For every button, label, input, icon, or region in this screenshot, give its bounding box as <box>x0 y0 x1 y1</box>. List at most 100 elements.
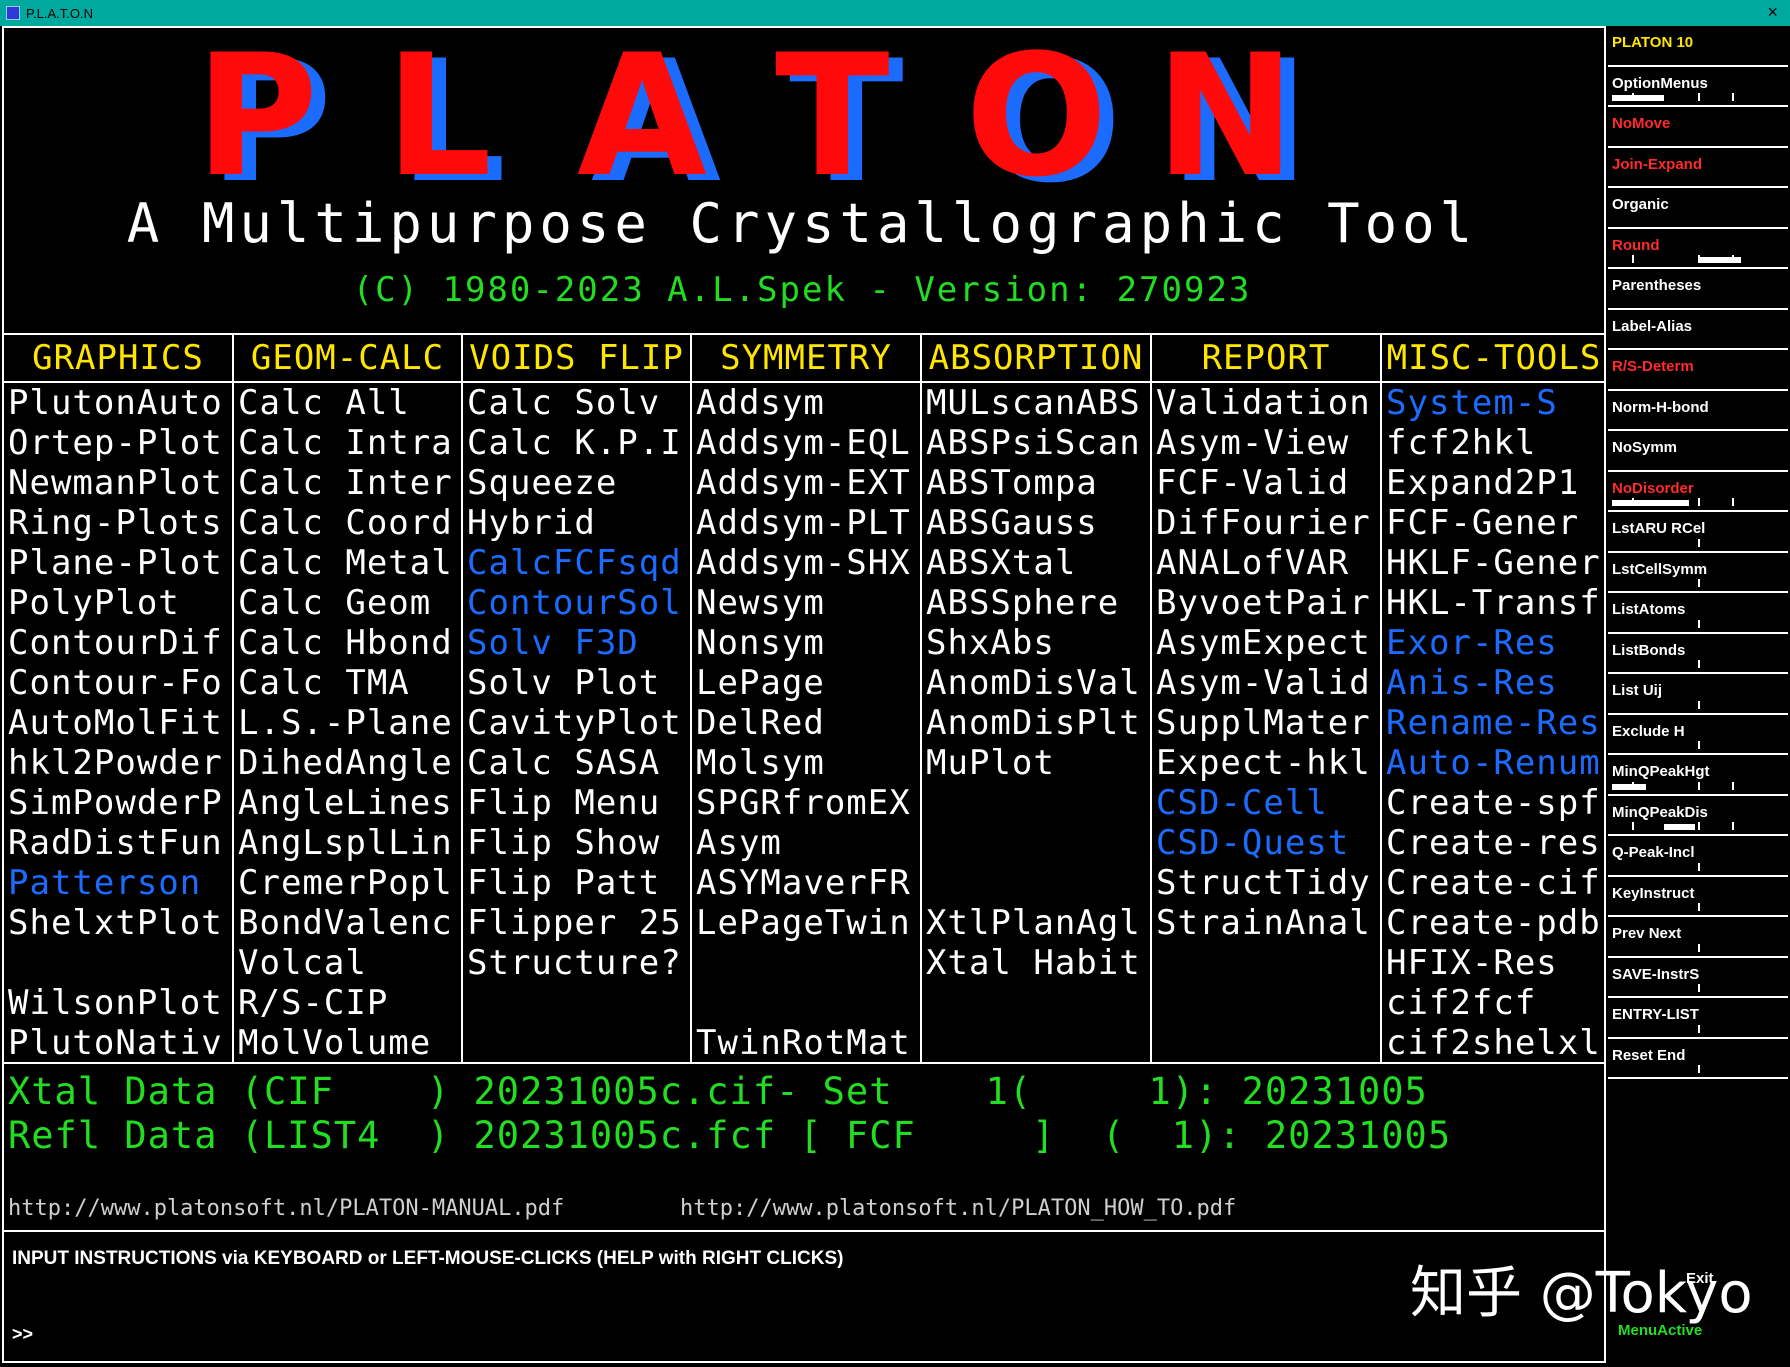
menu-item[interactable]: Xtal Habit <box>922 943 1150 983</box>
menu-item[interactable]: ABSGauss <box>922 503 1150 543</box>
menu-item[interactable]: AutoMolFit <box>4 703 232 743</box>
menu-item[interactable]: ShxAbs <box>922 623 1150 663</box>
menu-item[interactable]: System-S <box>1382 383 1606 423</box>
menu-header[interactable]: GEOM-CALC <box>234 335 461 383</box>
menu-item[interactable]: Expect-hkl <box>1152 743 1380 783</box>
menu-item[interactable]: ContourSol <box>463 583 690 623</box>
menu-item[interactable]: Squeeze <box>463 463 690 503</box>
panel-button[interactable]: Norm-H-bond <box>1608 391 1788 431</box>
menu-item[interactable]: Flip Patt <box>463 863 690 903</box>
close-icon[interactable]: × <box>1767 2 1778 23</box>
menu-item[interactable]: MuPlot <box>922 743 1150 783</box>
menu-item[interactable]: Create-pdb <box>1382 903 1606 943</box>
panel-button[interactable]: LstCellSymm <box>1608 553 1788 593</box>
menu-item[interactable]: Rename-Res <box>1382 703 1606 743</box>
menu-header[interactable]: VOIDS FLIP <box>463 335 690 383</box>
menu-item[interactable]: Calc SASA <box>463 743 690 783</box>
menu-item[interactable]: Auto-Renum <box>1382 743 1606 783</box>
menu-item[interactable]: Flipper 25 <box>463 903 690 943</box>
menu-item[interactable]: Asym-Valid <box>1152 663 1380 703</box>
menu-item[interactable]: ByvoetPair <box>1152 583 1380 623</box>
panel-button[interactable]: Join-Expand <box>1608 148 1788 188</box>
menu-item[interactable]: ASYMaverFR <box>692 863 920 903</box>
menu-item[interactable]: Calc Intra <box>234 423 461 463</box>
menu-item[interactable]: Calc All <box>234 383 461 423</box>
menu-item[interactable]: MULscanABS <box>922 383 1150 423</box>
panel-button[interactable]: ListBonds <box>1608 634 1788 674</box>
panel-button[interactable]: Reset End <box>1608 1039 1788 1079</box>
menu-item[interactable]: LePage <box>692 663 920 703</box>
panel-button[interactable]: NoSymm <box>1608 431 1788 472</box>
menu-item[interactable]: Solv Plot <box>463 663 690 703</box>
menu-item[interactable]: ShelxtPlot <box>4 903 232 943</box>
panel-button[interactable]: LstARU RCel <box>1608 512 1788 553</box>
menu-header[interactable]: GRAPHICS <box>4 335 232 383</box>
menu-item[interactable]: FCF-Valid <box>1152 463 1380 503</box>
menu-item[interactable]: Patterson <box>4 863 232 903</box>
menu-item[interactable]: ABSXtal <box>922 543 1150 583</box>
menu-item[interactable]: AsymExpect <box>1152 623 1380 663</box>
menu-item[interactable]: CalcFCFsqd <box>463 543 690 583</box>
menu-item[interactable]: hkl2Powder <box>4 743 232 783</box>
panel-button[interactable]: R/S-Determ <box>1608 350 1788 391</box>
menu-item[interactable]: Solv F3D <box>463 623 690 663</box>
menu-item[interactable]: AnomDisPlt <box>922 703 1150 743</box>
menu-item[interactable]: CSD-Quest <box>1152 823 1380 863</box>
manual-link[interactable]: http://www.platonsoft.nl/PLATON-MANUAL.p… <box>8 1196 564 1221</box>
menu-item[interactable]: Addsym-PLT <box>692 503 920 543</box>
menu-item[interactable]: PlutoNativ <box>4 1023 232 1062</box>
menu-item[interactable]: FCF-Gener <box>1382 503 1606 543</box>
panel-button[interactable]: MinQPeakHgt <box>1608 755 1788 796</box>
menu-item[interactable]: MolVolume <box>234 1023 461 1062</box>
menu-item[interactable]: NewmanPlot <box>4 463 232 503</box>
menu-item[interactable]: Flip Show <box>463 823 690 863</box>
panel-button[interactable]: Q-Peak-Incl <box>1608 836 1788 877</box>
menu-item[interactable]: cif2shelxl <box>1382 1023 1606 1062</box>
panel-button[interactable]: KeyInstruct <box>1608 877 1788 917</box>
menu-item[interactable]: Calc Metal <box>234 543 461 583</box>
panel-slider[interactable] <box>1612 93 1784 101</box>
menu-item[interactable]: Create-cif <box>1382 863 1606 903</box>
menu-item[interactable]: AngleLines <box>234 783 461 823</box>
panel-button[interactable]: OptionMenus <box>1608 67 1788 107</box>
menu-header[interactable]: REPORT <box>1152 335 1380 383</box>
menu-item[interactable]: CremerPopl <box>234 863 461 903</box>
menu-item[interactable]: Plane-Plot <box>4 543 232 583</box>
menu-item[interactable]: ANALofVAR <box>1152 543 1380 583</box>
menu-item[interactable]: Calc TMA <box>234 663 461 703</box>
panel-button[interactable]: List Uij <box>1608 674 1788 715</box>
menu-item[interactable]: BondValenc <box>234 903 461 943</box>
menu-item[interactable]: LePageTwin <box>692 903 920 943</box>
menu-item[interactable]: ABSTompa <box>922 463 1150 503</box>
menu-item[interactable]: XtlPlanAgl <box>922 903 1150 943</box>
menu-item[interactable]: Exor-Res <box>1382 623 1606 663</box>
menu-item[interactable]: HKL-Transf <box>1382 583 1606 623</box>
menu-item[interactable]: L.S.-Plane <box>234 703 461 743</box>
menu-item[interactable]: Asym <box>692 823 920 863</box>
menu-item[interactable]: Hybrid <box>463 503 690 543</box>
menu-item[interactable]: CavityPlot <box>463 703 690 743</box>
menu-item[interactable]: ABSPsiScan <box>922 423 1150 463</box>
panel-slider[interactable] <box>1612 822 1784 830</box>
menu-item[interactable]: Calc Coord <box>234 503 461 543</box>
panel-button[interactable]: Prev Next <box>1608 917 1788 958</box>
menu-item[interactable]: PlutonAuto <box>4 383 232 423</box>
menu-item[interactable]: Anis-Res <box>1382 663 1606 703</box>
panel-button[interactable]: Label-Alias <box>1608 310 1788 350</box>
panel-button[interactable]: Exclude H <box>1608 715 1788 755</box>
panel-button[interactable]: SAVE-InstrS <box>1608 958 1788 998</box>
panel-slider[interactable] <box>1612 498 1784 506</box>
menu-item[interactable]: AnomDisVal <box>922 663 1150 703</box>
menu-item[interactable]: PolyPlot <box>4 583 232 623</box>
exit-button[interactable]: Exit <box>1686 1270 1714 1287</box>
menu-item[interactable]: Asym-View <box>1152 423 1380 463</box>
menu-item[interactable]: StrainAnal <box>1152 903 1380 943</box>
panel-button[interactable]: NoMove <box>1608 107 1788 148</box>
menu-item[interactable]: Contour-Fo <box>4 663 232 703</box>
menu-item[interactable]: Expand2P1 <box>1382 463 1606 503</box>
menu-item[interactable]: Calc K.P.I <box>463 423 690 463</box>
menu-item[interactable]: Addsym <box>692 383 920 423</box>
menu-item[interactable]: SPGRfromEX <box>692 783 920 823</box>
menu-item[interactable]: cif2fcf <box>1382 983 1606 1023</box>
menu-item[interactable]: Calc Hbond <box>234 623 461 663</box>
